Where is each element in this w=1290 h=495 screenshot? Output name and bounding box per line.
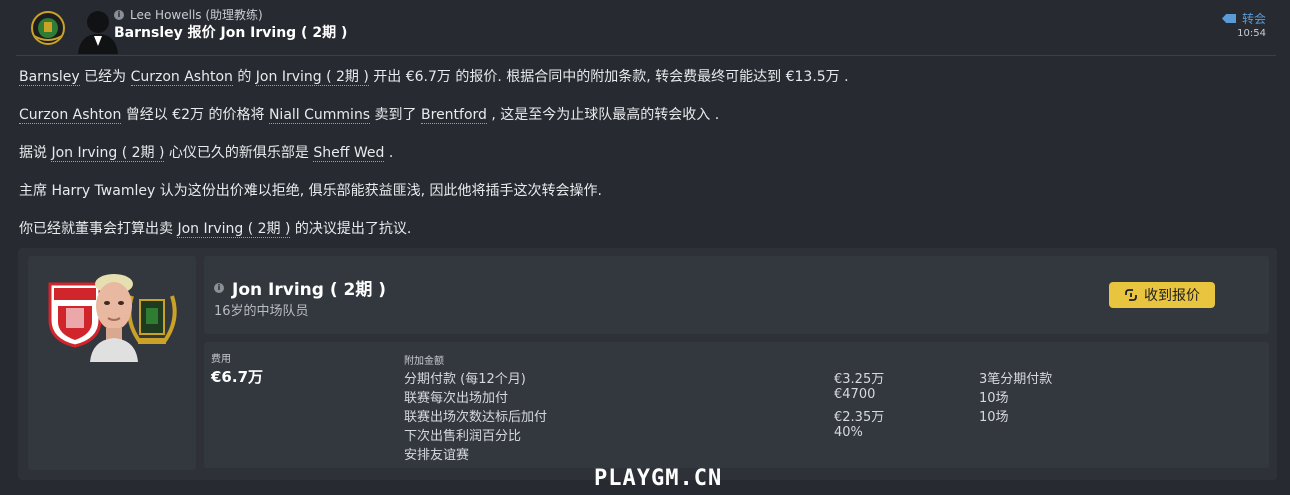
text: 曾经以 €2万 的价格将 [121, 107, 269, 123]
text: 卖到了 [370, 107, 422, 123]
text: 心仪已久的新俱乐部是 [164, 145, 314, 161]
extra-amount: €3.25万 [834, 372, 885, 387]
info-icon[interactable]: i [214, 282, 224, 293]
extra-name: 下次出售利润百分比 [404, 429, 522, 444]
player-description: 16岁的中场队员 [214, 304, 309, 319]
accept-offer-icon [1125, 289, 1137, 301]
text: , 这是至今为止球队最高的转会收入 . [486, 107, 720, 123]
text: 开出 €6.7万 的报价. 根据合同中的附加条款, 转会费最终可能达到 €13.… [368, 69, 849, 85]
club-crest-icon [31, 11, 65, 45]
paragraph-protest: 你已经就董事会打算出卖 Jon Irving ( 2期 ) 的决议提出了抗议. [19, 218, 411, 238]
link-club-curzon[interactable]: Curzon Ashton [130, 69, 233, 86]
paragraph-offer: Barnsley 已经为 Curzon Ashton 的 Jon Irving … [19, 66, 849, 86]
header-divider [16, 55, 1276, 56]
sender-line: i Lee Howells (助理教练) [114, 6, 263, 23]
extra-name: 联赛出场次数达标后加付 [404, 410, 548, 425]
extra-name: 联赛每次出场加付 [404, 391, 509, 406]
fee-label: 费用 [211, 354, 231, 365]
transfer-tag[interactable]: 转会 [1221, 10, 1266, 27]
extras-row: 联赛出场次数达标后加付 €2.35万 10场 [404, 406, 1104, 425]
extra-note: 3笔分期付款 [979, 372, 1053, 387]
sender-avatar [26, 4, 118, 54]
extra-amount: €4700 [834, 387, 876, 402]
accept-offer-label: 收到报价 [1144, 288, 1200, 304]
message-time: 10:54 [1237, 28, 1266, 39]
text: . [384, 145, 394, 161]
paragraph-rumour: 据说 Jon Irving ( 2期 ) 心仪已久的新俱乐部是 Sheff We… [19, 142, 393, 162]
extras-row: 下次出售利润百分比 40% [404, 425, 1104, 444]
extra-name: 分期付款 (每12个月) [404, 372, 526, 387]
sender-name[interactable]: Lee Howells (助理教练) [130, 6, 263, 23]
fee-value: €6.7万 [211, 368, 264, 386]
link-club-brentford[interactable]: Brentford [421, 107, 487, 124]
text: 的决议提出了抗议. [290, 221, 412, 237]
player-face-image [90, 274, 138, 362]
message-subject: Barnsley 报价 Jon Irving ( 2期 ) [114, 25, 348, 41]
info-icon[interactable]: i [114, 9, 124, 20]
paragraph-chairman: 主席 Harry Twamley 认为这份出价难以拒绝, 俱乐部能获益匪浅, 因… [19, 183, 602, 199]
text: 的 [232, 69, 256, 85]
paragraph-record: Curzon Ashton 曾经以 €2万 的价格将 Niall Cummins… [19, 104, 719, 124]
extras-label: 附加金额 [404, 356, 444, 367]
link-player-niall-cummins[interactable]: Niall Cummins [268, 107, 371, 124]
text: 已经为 [79, 69, 131, 85]
text: 你已经就董事会打算出卖 [19, 221, 178, 237]
link-club-barnsley[interactable]: Barnsley [19, 69, 80, 86]
player-name[interactable]: Jon Irving ( 2期 ) [232, 275, 386, 300]
extras-row: 联赛每次出场加付 €4700 10场 [404, 387, 1104, 406]
text: 据说 [19, 145, 52, 161]
link-player-jon-irving[interactable]: Jon Irving ( 2期 ) [177, 221, 291, 238]
extra-amount: 40% [834, 425, 863, 440]
transfer-tag-icon [1221, 14, 1236, 23]
transfer-tag-label: 转会 [1241, 12, 1266, 26]
extra-name: 安排友谊赛 [404, 448, 470, 463]
watermark: PLAYGM.CN [594, 466, 723, 491]
extra-note: 10场 [979, 391, 1009, 406]
link-club-sheff-wed[interactable]: Sheff Wed [313, 145, 385, 162]
extra-note: 10场 [979, 410, 1009, 425]
link-player-jon-irving[interactable]: Jon Irving ( 2期 ) [255, 69, 369, 86]
extras-row: 分期付款 (每12个月) €3.25万 3笔分期付款 [404, 368, 1104, 387]
player-name-line: i Jon Irving ( 2期 ) [214, 275, 386, 300]
link-player-jon-irving[interactable]: Jon Irving ( 2期 ) [51, 145, 165, 162]
extras-row: 安排友谊赛 [404, 444, 1104, 463]
message-header: i Lee Howells (助理教练) Barnsley 报价 Jon Irv… [0, 0, 1290, 56]
link-club-curzon[interactable]: Curzon Ashton [19, 107, 122, 124]
accept-offer-button[interactable]: 收到报价 [1109, 282, 1215, 308]
extra-amount: €2.35万 [834, 410, 885, 425]
